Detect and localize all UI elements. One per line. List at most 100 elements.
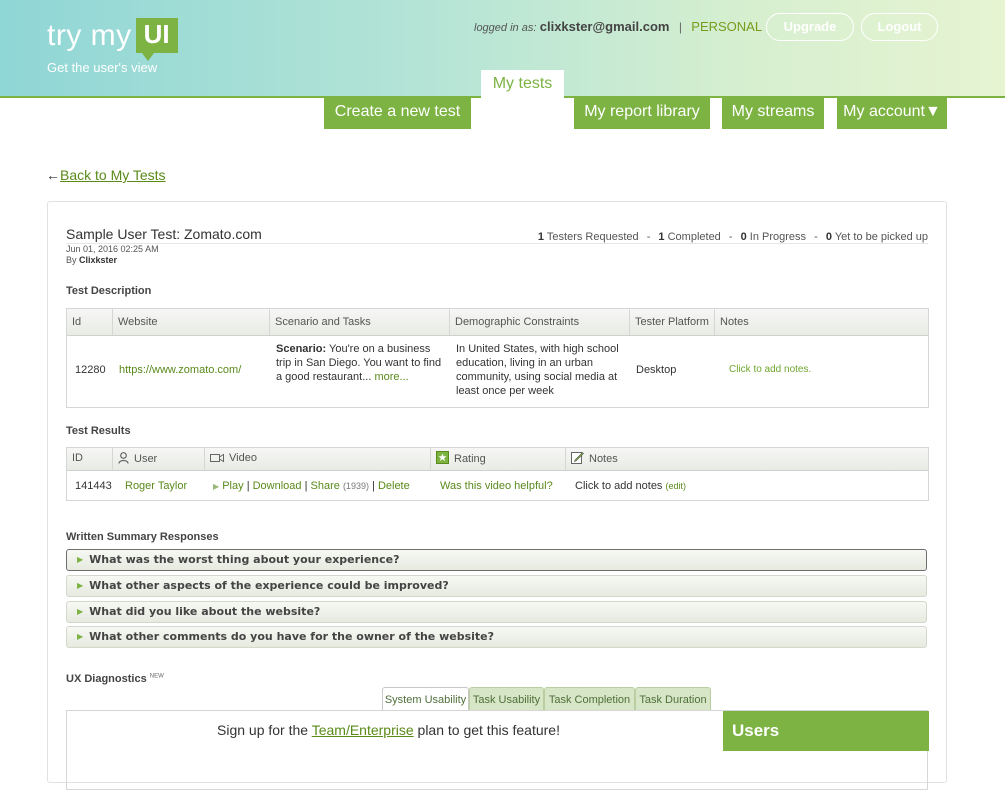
stat-yet-count: 0	[825, 231, 832, 243]
col-rating-label: Rating	[454, 453, 486, 465]
test-description-table: Id Website Scenario and Tasks Demographi…	[66, 308, 929, 408]
col-platform: Tester Platform	[630, 309, 715, 335]
stat-in-progress-label: In Progress	[749, 231, 807, 243]
team-enterprise-link[interactable]: Team/Enterprise	[312, 722, 414, 738]
logo-text: try my	[47, 18, 132, 52]
col-user: User	[113, 448, 205, 470]
play-icon: ▶	[213, 482, 220, 491]
description-scenario: Scenario: You're on a business trip in S…	[276, 342, 446, 384]
site-header: try my UI Get the user's view logged in a…	[0, 0, 1005, 100]
summary-question: What was the worst thing about your expe…	[89, 553, 400, 566]
result-user-link[interactable]: Roger Taylor	[125, 479, 187, 493]
summary-item-liked[interactable]: ▶ What did you like about the website?	[66, 601, 927, 623]
stat-dash: -	[814, 231, 818, 243]
by-label: By	[66, 255, 77, 265]
test-description-heading: Test Description	[66, 285, 152, 297]
test-author: By Clixkster	[66, 255, 117, 265]
login-info: logged in as: clixkster@gmail.com | PERS…	[474, 19, 762, 34]
plan-badge: PERSONAL	[691, 19, 763, 34]
tab-my-tests[interactable]: My tests	[481, 70, 564, 100]
description-website-link[interactable]: https://www.zomato.com/	[119, 363, 241, 377]
col-user-label: User	[134, 453, 158, 465]
signup-prefix: Sign up for the	[217, 722, 309, 738]
tab-task-completion[interactable]: Task Completion	[544, 687, 635, 711]
play-link[interactable]: Play	[222, 480, 243, 492]
signup-prompt: Sign up for the Team/Enterprise plan to …	[217, 722, 560, 738]
test-date: Jun 01, 2016 02:25 AM	[66, 244, 159, 254]
title-divider	[66, 243, 928, 244]
my-streams-button[interactable]: My streams	[722, 96, 824, 129]
expand-arrow-icon: ▶	[77, 607, 84, 616]
summary-item-other-comments[interactable]: ▶ What other comments do you have for the…	[66, 626, 927, 648]
scenario-label: Scenario:	[276, 343, 327, 355]
summary-item-worst[interactable]: ▶ What was the worst thing about your exp…	[66, 549, 927, 571]
tab-task-usability[interactable]: Task Usability	[469, 687, 544, 711]
notes-edit-link[interactable]: (edit)	[666, 481, 687, 491]
stat-completed-count: 1	[658, 231, 665, 243]
col-notes: Notes	[720, 316, 749, 328]
signup-suffix: plan to get this feature!	[417, 722, 560, 738]
create-new-test-button[interactable]: Create a new test	[324, 96, 471, 129]
tab-task-duration[interactable]: Task Duration	[635, 687, 711, 711]
test-title: Sample User Test: Zomato.com	[66, 226, 262, 242]
results-header-row: ID User Video Rating Notes	[67, 448, 928, 471]
stat-dash: -	[646, 231, 651, 243]
test-stats: 1 Testers Requested - 1 Completed - 0 In…	[538, 231, 928, 243]
result-add-notes[interactable]: Click to add notes	[575, 480, 662, 492]
download-link[interactable]: Download	[253, 480, 302, 492]
back-link-container: ←Back to My Tests	[46, 167, 166, 183]
col-demographic: Demographic Constraints	[450, 309, 630, 335]
stat-requested-count: 1	[537, 231, 545, 243]
description-demographic: In United States, with high school educa…	[456, 343, 619, 397]
description-id: 12280	[75, 364, 106, 376]
col-video: Video	[205, 448, 431, 470]
upgrade-button[interactable]: Upgrade	[766, 13, 854, 41]
author-name: Clixkster	[79, 255, 118, 265]
ux-diagnostics-heading: UX Diagnostics NEW	[66, 673, 164, 685]
my-account-button[interactable]: My account▼	[837, 96, 947, 129]
description-add-notes[interactable]: Click to add notes.	[729, 363, 811, 377]
col-scenario: Scenario and Tasks	[270, 309, 450, 335]
expand-arrow-icon: ▶	[77, 581, 84, 590]
report-library-button[interactable]: My report library	[574, 96, 710, 129]
col-id: Id	[67, 309, 113, 335]
rating-helpful-link[interactable]: Was this video helpful?	[440, 479, 553, 493]
result-notes: Click to add notes (edit)	[575, 479, 686, 493]
user-icon	[118, 452, 129, 464]
back-to-my-tests-link[interactable]: Back to My Tests	[60, 167, 166, 183]
summary-item-improved[interactable]: ▶ What other aspects of the experience co…	[66, 575, 927, 597]
delete-link[interactable]: Delete	[378, 480, 410, 492]
login-email: clixkster@gmail.com	[539, 19, 670, 34]
test-detail-card: Sample User Test: Zomato.com Jun 01, 201…	[47, 201, 947, 790]
stat-requested-label: Testers Requested	[546, 231, 639, 243]
result-id: 141443	[75, 480, 112, 492]
col-video-label: Video	[229, 452, 257, 464]
stat-in-progress-count: 0	[740, 231, 747, 243]
result-video-actions: ▶ Play | Download | Share (1939) | Delet…	[213, 479, 410, 494]
col-rating: Rating	[431, 448, 566, 470]
col-website: Website	[113, 309, 270, 335]
tab-system-usability[interactable]: System Usability	[382, 687, 469, 711]
rating-star-icon	[436, 451, 449, 464]
action-separator: |	[372, 480, 375, 492]
stat-yet-label: Yet to be picked up	[834, 231, 928, 243]
summary-question: What other comments do you have for the …	[89, 630, 494, 643]
login-separator: |	[678, 20, 682, 34]
logout-button[interactable]: Logout	[861, 13, 938, 41]
back-arrow-icon: ←	[46, 167, 60, 183]
written-summary-heading: Written Summary Responses	[66, 531, 219, 543]
trymyui-logo[interactable]: try my UI Get the user's view	[47, 18, 178, 75]
summary-question: What other aspects of the experience cou…	[89, 579, 449, 592]
description-header-row: Id Website Scenario and Tasks Demographi…	[67, 309, 928, 336]
action-separator: |	[304, 480, 308, 492]
test-results-table: ID User Video Rating Notes 141443 Roger …	[66, 447, 929, 501]
logo-tagline: Get the user's view	[47, 60, 158, 75]
users-panel-header: Users	[723, 711, 929, 751]
scenario-more-link[interactable]: more...	[374, 371, 408, 383]
description-platform: Desktop	[636, 364, 677, 376]
expand-arrow-icon: ▶	[77, 555, 84, 564]
share-link[interactable]: Share	[311, 480, 340, 492]
stat-dash: -	[728, 231, 733, 243]
col-result-id: ID	[67, 448, 113, 470]
ux-diagnostics-label: UX Diagnostics	[66, 673, 147, 685]
